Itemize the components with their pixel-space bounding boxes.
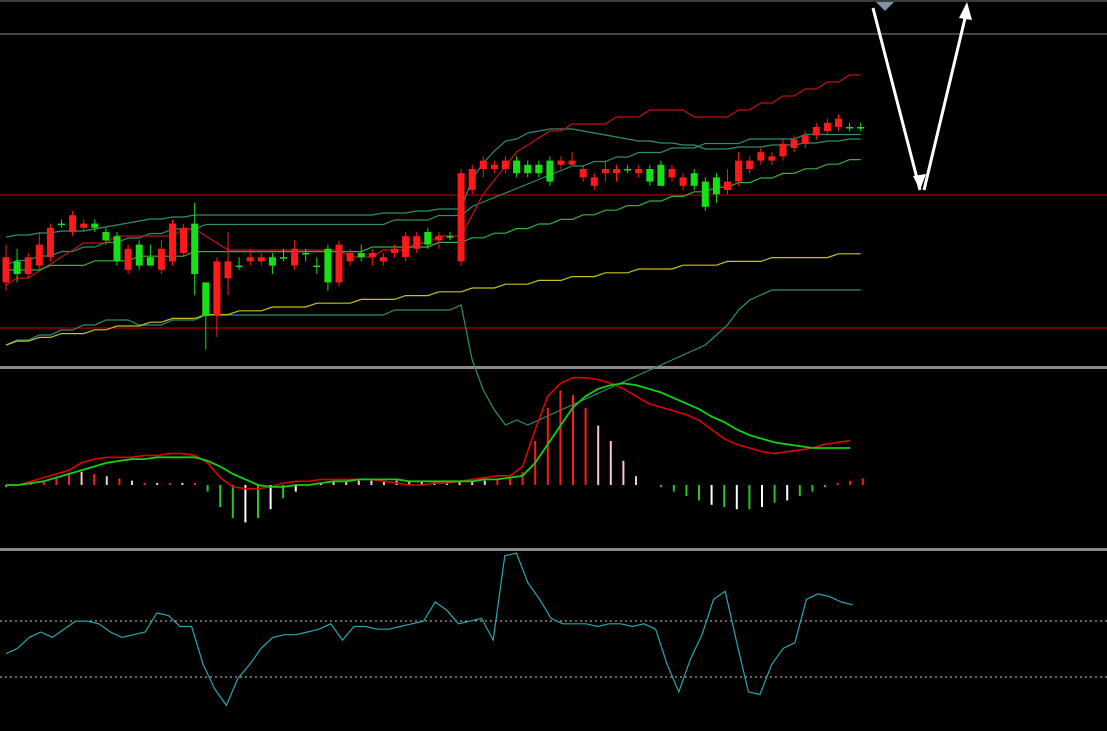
candle-body	[235, 265, 243, 268]
candle-body	[779, 143, 787, 157]
candle-body	[801, 135, 809, 144]
oscillator-line	[5, 552, 853, 707]
candle-body	[424, 232, 432, 245]
candle-body	[202, 282, 210, 316]
candle-body	[635, 169, 643, 174]
panel-divider	[0, 366, 1107, 369]
candle-body	[657, 164, 665, 186]
candle-body	[280, 257, 287, 259]
candle-body	[35, 244, 43, 266]
candle-body	[479, 160, 487, 169]
candle-body	[146, 257, 154, 266]
candle-body	[679, 177, 687, 186]
candle-body	[557, 160, 565, 165]
candle-body	[746, 160, 754, 169]
candle-body	[124, 248, 132, 270]
candle-body	[579, 169, 587, 178]
marker-triangle	[876, 2, 894, 11]
candle-body	[724, 181, 731, 190]
candle-body	[757, 152, 765, 161]
stock-chart	[0, 0, 1107, 731]
macd-dea-line	[6, 382, 851, 488]
candle-body	[502, 160, 509, 169]
candle-body	[302, 253, 310, 255]
candle-body	[402, 236, 410, 258]
candle-body	[524, 164, 532, 174]
candle-body	[157, 248, 165, 270]
candle-body	[80, 223, 88, 228]
candle-body	[513, 160, 521, 174]
candle-body	[180, 227, 188, 253]
candle-body	[346, 253, 354, 262]
candle-body	[823, 122, 831, 132]
candle-body	[735, 160, 743, 182]
projection-arrow-down	[871, 7, 922, 191]
candle-body	[257, 257, 265, 262]
candle-body	[13, 261, 21, 274]
candle-body	[768, 156, 776, 161]
candle-body	[568, 160, 576, 165]
candle-body	[169, 223, 176, 262]
candle-body	[446, 236, 454, 238]
candle-body	[135, 244, 143, 266]
candle-body	[268, 257, 276, 266]
candle-body	[613, 169, 620, 174]
projection-arrowhead-up	[959, 2, 972, 20]
candle-body	[590, 177, 598, 186]
candle-body	[58, 223, 65, 226]
candle-body	[690, 173, 698, 186]
candle-body	[668, 169, 676, 178]
candle-body	[191, 223, 199, 274]
candle-body	[113, 236, 121, 262]
candle-body	[357, 253, 365, 258]
candle-body	[790, 139, 798, 148]
candle-body	[535, 164, 543, 174]
candle-body	[712, 177, 720, 195]
series-boll-lower	[5, 289, 861, 426]
macd-dif-line	[6, 376, 851, 490]
candle-body	[313, 265, 321, 268]
series-boll-upper	[5, 128, 861, 238]
candle-body	[601, 169, 609, 174]
panel-divider	[0, 548, 1107, 551]
candle-body	[857, 127, 865, 129]
candle-body	[246, 257, 254, 262]
candle-body	[490, 164, 498, 169]
candle-body	[846, 127, 854, 129]
chart-canvas	[0, 0, 1107, 707]
candle-body	[102, 232, 110, 241]
candle-body	[335, 244, 343, 283]
series-ma-slow	[5, 253, 861, 346]
candle-body	[435, 236, 443, 241]
candle-body	[391, 248, 398, 253]
candle-body	[324, 248, 332, 283]
candle-body	[224, 261, 232, 279]
candle-body	[379, 257, 387, 262]
candle-body	[812, 127, 820, 136]
candle-body	[291, 248, 299, 266]
candle-body	[835, 118, 842, 127]
candle-body	[646, 169, 654, 182]
candle-body	[457, 173, 465, 262]
projection-arrow-up	[922, 13, 968, 191]
candle-body	[91, 223, 99, 228]
candle-body	[701, 181, 709, 207]
candle-body	[468, 169, 476, 190]
candle-body	[46, 227, 54, 258]
candle-body	[69, 215, 77, 232]
candle-body	[546, 160, 554, 182]
candle-body	[368, 253, 376, 258]
series-boll-mid	[5, 133, 861, 266]
candle-body	[413, 236, 421, 249]
series-ma-mid	[6, 159, 861, 271]
series-ma-fast	[5, 74, 861, 286]
candle-body	[624, 169, 632, 171]
candle-body	[2, 257, 10, 283]
candle-body	[24, 257, 32, 274]
candle-body	[213, 261, 221, 316]
